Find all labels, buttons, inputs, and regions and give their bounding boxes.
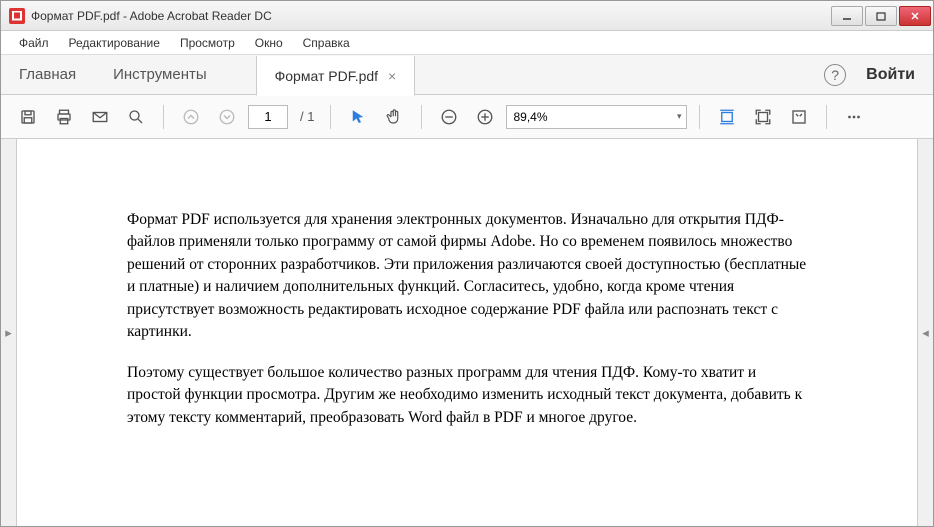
menu-window[interactable]: Окно — [245, 32, 293, 54]
app-icon — [9, 8, 25, 24]
titlebar: Формат PDF.pdf - Adobe Acrobat Reader DC — [1, 1, 933, 31]
toolbar-separator — [163, 105, 164, 129]
zoom-level-select[interactable] — [506, 105, 687, 129]
menu-edit[interactable]: Редактирование — [59, 32, 170, 54]
page-total-label: / 1 — [300, 109, 314, 124]
menu-help[interactable]: Справка — [293, 32, 360, 54]
login-button[interactable]: Войти — [860, 66, 921, 84]
help-icon[interactable]: ? — [824, 64, 846, 86]
zoom-out-icon[interactable] — [434, 102, 464, 132]
next-page-icon[interactable] — [212, 102, 242, 132]
window-controls — [829, 6, 931, 26]
tab-home[interactable]: Главная — [1, 55, 95, 94]
toolbar-separator — [330, 105, 331, 129]
tabbar: Главная Инструменты Формат PDF.pdf × ? В… — [1, 55, 933, 95]
window-title: Формат PDF.pdf - Adobe Acrobat Reader DC — [31, 9, 829, 23]
fit-width-icon[interactable] — [712, 102, 742, 132]
document-viewport[interactable]: Формат PDF используется для хранения эле… — [17, 139, 917, 526]
tab-document-label: Формат PDF.pdf — [275, 68, 378, 84]
search-icon[interactable] — [121, 102, 151, 132]
toolbar-separator — [826, 105, 827, 129]
page-number-input[interactable] — [248, 105, 288, 129]
paragraph: Формат PDF используется для хранения эле… — [127, 209, 807, 344]
menu-file[interactable]: Файл — [9, 32, 59, 54]
toolbar: / 1 — [1, 95, 933, 139]
toolbar-separator — [421, 105, 422, 129]
prev-page-icon[interactable] — [176, 102, 206, 132]
left-panel-toggle[interactable]: ▸ — [1, 139, 17, 526]
close-tab-icon[interactable]: × — [388, 68, 396, 84]
hand-tool-icon[interactable] — [379, 102, 409, 132]
maximize-button[interactable] — [865, 6, 897, 26]
tab-tools[interactable]: Инструменты — [95, 55, 226, 94]
save-icon[interactable] — [13, 102, 43, 132]
paragraph: Поэтому существует большое количество ра… — [127, 362, 807, 429]
menu-view[interactable]: Просмотр — [170, 32, 245, 54]
fullscreen-icon[interactable] — [784, 102, 814, 132]
print-icon[interactable] — [49, 102, 79, 132]
close-button[interactable] — [899, 6, 931, 26]
zoom-in-icon[interactable] — [470, 102, 500, 132]
content-area: ▸ Формат PDF используется для хранения э… — [1, 139, 933, 526]
fit-page-icon[interactable] — [748, 102, 778, 132]
document-page: Формат PDF используется для хранения эле… — [17, 139, 917, 526]
selection-tool-icon[interactable] — [343, 102, 373, 132]
right-panel-toggle[interactable]: ◂ — [917, 139, 933, 526]
menubar: Файл Редактирование Просмотр Окно Справк… — [1, 31, 933, 55]
tab-document[interactable]: Формат PDF.pdf × — [256, 56, 416, 96]
email-icon[interactable] — [85, 102, 115, 132]
more-tools-icon[interactable] — [839, 102, 869, 132]
toolbar-separator — [699, 105, 700, 129]
app-window: Формат PDF.pdf - Adobe Acrobat Reader DC… — [0, 0, 934, 527]
minimize-button[interactable] — [831, 6, 863, 26]
